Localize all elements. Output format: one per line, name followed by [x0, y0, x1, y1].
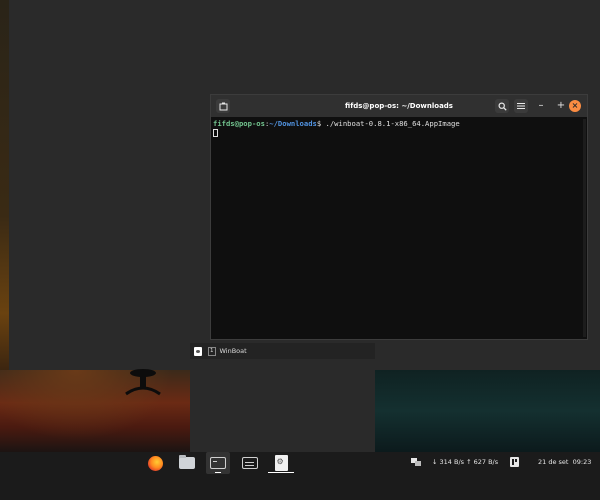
wallpaper-left-strip [0, 0, 9, 392]
dock-item-files[interactable] [175, 452, 199, 474]
menu-button[interactable] [514, 99, 528, 113]
prompt-user: fifds@pop-os [213, 119, 265, 128]
winboat-icon [194, 346, 202, 356]
close-button[interactable]: × [569, 100, 581, 112]
files-icon [179, 455, 195, 469]
dock-popup-panel [190, 360, 375, 452]
terminal-window[interactable]: fifds@pop-os: ~/Downloads – + × fifds@po… [210, 94, 588, 340]
command-text: ./winboat-0.8.1-x86_64.AppImage [321, 119, 460, 128]
winboat-app-icon [274, 455, 288, 471]
terminal-titlebar[interactable]: fifds@pop-os: ~/Downloads – + × [211, 95, 587, 117]
dock-item-system-monitor[interactable] [238, 452, 262, 474]
wallpaper-bottom-right [375, 370, 600, 452]
dock-item-terminal[interactable] [206, 452, 230, 474]
terminal-icon [210, 457, 226, 469]
network-speed[interactable]: ↓ 314 B/s ↑ 627 B/s [432, 458, 498, 467]
firefox-icon [147, 455, 163, 471]
maximize-button[interactable]: + [555, 99, 567, 113]
close-icon: × [571, 101, 579, 110]
terminal-scrollbar[interactable] [583, 119, 586, 337]
terminal-cursor [213, 129, 218, 137]
workspace-number: 1 [208, 346, 216, 356]
search-button[interactable] [495, 99, 509, 113]
clock[interactable]: 21 de set 09:23 [538, 458, 591, 467]
network-icon[interactable] [411, 458, 421, 466]
taskbar: ↓ 314 B/s ↑ 627 B/s 21 de set 09:23 [0, 452, 600, 500]
window-preview-item[interactable]: 1 WinBoat [190, 343, 375, 359]
clock-time: 09:23 [572, 458, 592, 466]
terminal-output[interactable]: fifds@pop-os:~/Downloads$ ./winboat-0.8.… [211, 117, 587, 139]
system-monitor-icon [242, 457, 258, 469]
dock-item-winboat[interactable] [268, 452, 294, 474]
running-indicator [268, 471, 294, 473]
clock-date: 21 de set [538, 458, 569, 466]
minimize-button[interactable]: – [535, 99, 547, 113]
search-icon [498, 102, 507, 111]
system-menu-icon[interactable] [510, 457, 519, 467]
prompt-path: ~/Downloads [269, 119, 317, 128]
maximize-icon: + [556, 100, 566, 111]
running-indicator [215, 471, 221, 473]
dock-item-firefox[interactable] [143, 452, 167, 474]
wallpaper-table-silhouette [125, 369, 161, 396]
window-title: fifds@pop-os: ~/Downloads [345, 102, 453, 110]
window-label: WinBoat [219, 347, 247, 355]
hamburger-icon [517, 103, 525, 109]
minimize-icon: – [538, 100, 544, 111]
